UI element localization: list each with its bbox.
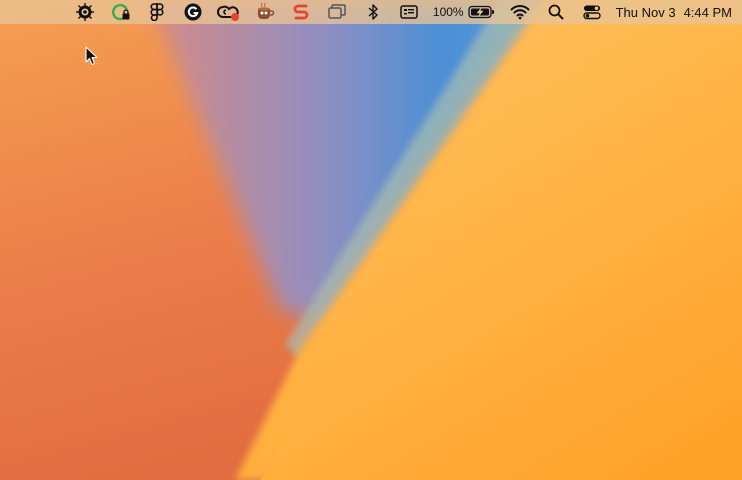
control-center-icon[interactable] bbox=[574, 0, 610, 24]
bluetooth-icon[interactable] bbox=[355, 0, 391, 24]
creative-cloud-icon[interactable] bbox=[211, 0, 247, 24]
battery-percent: 100% bbox=[432, 5, 464, 19]
spotlight-search-icon[interactable] bbox=[538, 0, 574, 24]
clock-time: 4:44 PM bbox=[683, 4, 732, 20]
eye-settings-icon[interactable] bbox=[67, 0, 103, 24]
menu-bar: 100% Thu Nov 3 4:44 PM bbox=[0, 0, 742, 24]
battery-charging-icon bbox=[467, 5, 494, 19]
red-s-icon[interactable] bbox=[283, 0, 319, 24]
menu-bar-clock[interactable]: Thu Nov 3 4:44 PM bbox=[616, 0, 732, 24]
coffee-cup-icon[interactable] bbox=[247, 0, 283, 24]
desktop[interactable]: 100% Thu Nov 3 4:44 PM bbox=[0, 0, 742, 480]
figma-icon[interactable] bbox=[139, 0, 175, 24]
grammarly-icon[interactable] bbox=[175, 0, 211, 24]
mouse-pointer-icon bbox=[85, 46, 98, 66]
battery-status[interactable]: 100% bbox=[427, 0, 502, 24]
input-source-icon[interactable] bbox=[391, 0, 427, 24]
wallpaper bbox=[0, 0, 742, 480]
green-lock-icon[interactable] bbox=[103, 0, 139, 24]
clock-date: Thu Nov 3 bbox=[615, 4, 676, 20]
wifi-icon[interactable] bbox=[502, 0, 538, 24]
window-stack-icon[interactable] bbox=[319, 0, 355, 24]
